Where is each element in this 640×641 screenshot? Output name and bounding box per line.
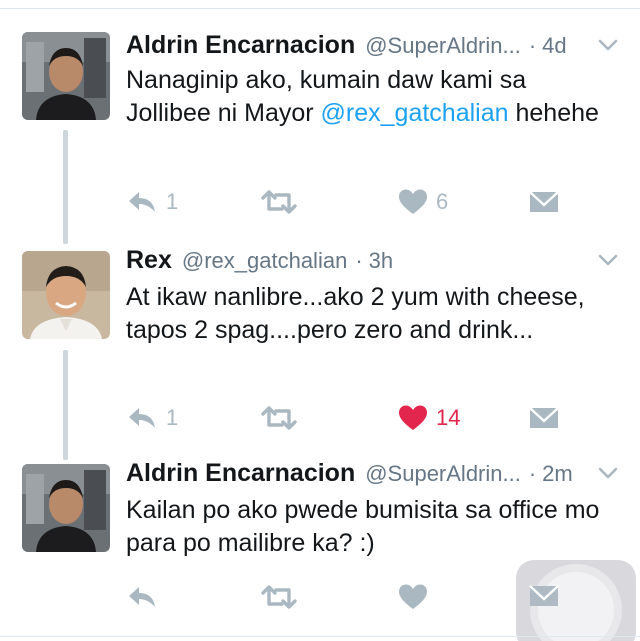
tweet-text: Kailan po ako pwede bumisita sa office m… bbox=[126, 496, 600, 557]
like-button[interactable] bbox=[398, 580, 436, 614]
mention-link[interactable]: @rex_gatchalian bbox=[321, 99, 509, 127]
like-icon bbox=[399, 584, 427, 609]
timestamp[interactable]: 3h bbox=[369, 248, 393, 274]
chevron-down-icon[interactable] bbox=[596, 33, 620, 57]
top-divider bbox=[0, 8, 640, 9]
tweet-text: At ikaw nanlibre...ako 2 yum with cheese… bbox=[126, 283, 585, 344]
reply-count: 1 bbox=[166, 405, 179, 430]
chevron-down-icon[interactable] bbox=[596, 248, 620, 272]
retweet-icon bbox=[261, 585, 297, 609]
retweet-icon bbox=[261, 190, 297, 214]
like-icon bbox=[399, 405, 427, 430]
retweet-button[interactable] bbox=[260, 580, 306, 614]
direct-message-button[interactable] bbox=[528, 401, 560, 435]
reply-icon bbox=[129, 587, 155, 607]
separator-dot: · bbox=[355, 248, 363, 273]
thread-line bbox=[63, 130, 68, 244]
avatar-rex[interactable] bbox=[22, 251, 110, 339]
direct-message-icon bbox=[529, 407, 559, 428]
user-handle[interactable]: @SuperAldrin... bbox=[365, 461, 521, 487]
separator-dot: · bbox=[528, 461, 537, 486]
retweet-icon bbox=[261, 406, 297, 430]
reply-button[interactable]: 1 bbox=[126, 401, 178, 435]
avatar-aldrin[interactable] bbox=[22, 464, 110, 552]
like-button[interactable]: 14 bbox=[398, 401, 460, 435]
display-name[interactable]: Rex bbox=[126, 246, 172, 275]
reply-button[interactable] bbox=[126, 580, 166, 614]
like-button[interactable]: 6 bbox=[398, 185, 448, 219]
tweet-header: Aldrin Encarnacion @SuperAldrin... · 4d bbox=[126, 31, 620, 65]
display-name[interactable]: Aldrin Encarnacion bbox=[126, 31, 355, 60]
user-handle[interactable]: @SuperAldrin... bbox=[365, 33, 521, 59]
retweet-button[interactable] bbox=[260, 185, 306, 219]
tweet-header: Aldrin Encarnacion @SuperAldrin... · 2m bbox=[126, 459, 620, 493]
reply-icon bbox=[129, 192, 155, 212]
tweet-actions: 1 6 bbox=[126, 185, 626, 219]
chevron-down-icon[interactable] bbox=[596, 461, 620, 485]
timestamp[interactable]: 2m bbox=[542, 461, 573, 487]
retweet-button[interactable] bbox=[260, 401, 306, 435]
thread-line bbox=[63, 350, 68, 460]
tweet-actions: 1 14 bbox=[126, 401, 626, 435]
bottom-divider bbox=[0, 636, 640, 637]
tweet-text: Nanaginip ako, kumain daw kami sa Jollib… bbox=[126, 64, 610, 130]
timestamp[interactable]: 4d bbox=[542, 33, 566, 59]
avatar-aldrin[interactable] bbox=[22, 32, 110, 120]
display-name[interactable]: Aldrin Encarnacion bbox=[126, 459, 355, 488]
direct-message-icon bbox=[529, 191, 559, 212]
tweet-text-part: hehehe bbox=[508, 99, 599, 127]
reply-count: 1 bbox=[166, 189, 179, 214]
tweet-header: Rex @rex_gatchalian · 3h bbox=[126, 246, 620, 280]
reply-button[interactable]: 1 bbox=[126, 185, 178, 219]
assistive-touch-button[interactable] bbox=[516, 560, 636, 641]
direct-message-icon[interactable] bbox=[528, 582, 560, 610]
separator-dot: · bbox=[528, 33, 537, 58]
like-count: 14 bbox=[436, 405, 461, 430]
reply-icon bbox=[129, 408, 155, 428]
like-count: 6 bbox=[436, 189, 449, 214]
like-icon bbox=[399, 189, 427, 214]
direct-message-button[interactable] bbox=[528, 185, 560, 219]
user-handle[interactable]: @rex_gatchalian bbox=[182, 248, 347, 274]
